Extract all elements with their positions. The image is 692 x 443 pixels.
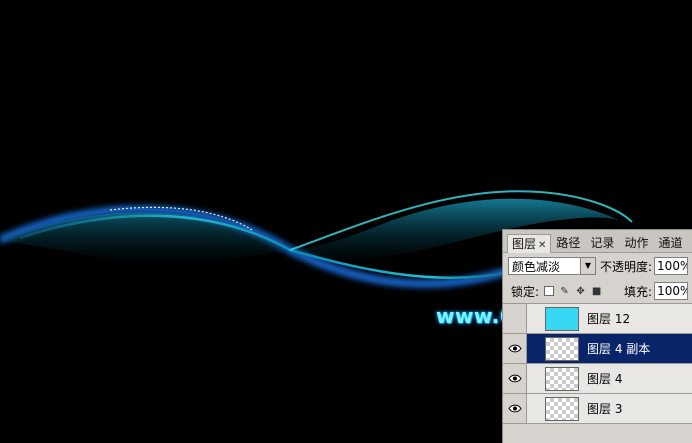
blend-mode-value: 颜色减淡 bbox=[512, 259, 561, 274]
layer-row[interactable]: 图层 3 bbox=[503, 394, 692, 424]
fill-label: 填充: bbox=[624, 284, 653, 299]
layer-name: 图层 12 bbox=[587, 312, 631, 326]
tab-layers-label: 图层 bbox=[512, 237, 537, 251]
blend-mode-select[interactable]: 颜色减淡 ▼ bbox=[508, 257, 596, 275]
tab-channels[interactable]: 通道 bbox=[653, 233, 687, 252]
lock-icon[interactable]: ■ bbox=[591, 286, 602, 297]
layer-name: 图层 3 bbox=[587, 402, 623, 416]
eye-icon bbox=[507, 404, 522, 413]
tab-paths[interactable]: 路径 bbox=[551, 233, 585, 252]
opacity-label: 不透明度: bbox=[600, 259, 653, 274]
blend-opacity-row: 颜色减淡 ▼ 不透明度: 100% bbox=[503, 253, 692, 279]
layer-name: 图层 4 bbox=[587, 372, 623, 386]
visibility-toggle[interactable] bbox=[503, 304, 527, 333]
layer-row[interactable]: 图层 12 bbox=[503, 304, 692, 334]
brush-icon[interactable]: ✎ bbox=[559, 286, 570, 297]
visibility-toggle[interactable] bbox=[503, 364, 527, 393]
layer-thumbnail bbox=[545, 396, 579, 421]
layer-thumbnail bbox=[545, 336, 579, 361]
move-icon[interactable]: ✥ bbox=[575, 286, 586, 297]
lock-transparent-icon[interactable] bbox=[544, 286, 555, 296]
tab-actions[interactable]: 动作 bbox=[619, 233, 653, 252]
layers-panel: 图层 ✕ 路径 记录 动作 通道 颜色减淡 ▼ 不透明度: 100% 锁定: ✎ … bbox=[502, 229, 692, 443]
eye-icon bbox=[507, 374, 522, 383]
tab-history[interactable]: 记录 bbox=[585, 233, 619, 252]
layer-row-selected[interactable]: 图层 4 副本 bbox=[503, 334, 692, 364]
visibility-toggle[interactable] bbox=[503, 334, 527, 363]
panel-tabs: 图层 ✕ 路径 记录 动作 通道 bbox=[503, 230, 692, 253]
layer-thumbnail bbox=[545, 306, 579, 331]
layer-row[interactable]: 图层 4 bbox=[503, 364, 692, 394]
layer-name: 图层 4 副本 bbox=[587, 342, 651, 356]
visibility-toggle[interactable] bbox=[503, 394, 527, 423]
close-icon[interactable]: ✕ bbox=[538, 240, 546, 251]
opacity-input[interactable]: 100% bbox=[654, 257, 689, 275]
eye-icon bbox=[507, 344, 522, 353]
lock-label: 锁定: bbox=[511, 284, 540, 299]
chevron-down-icon[interactable]: ▼ bbox=[580, 258, 595, 274]
tab-layers[interactable]: 图层 ✕ bbox=[507, 234, 552, 253]
layer-thumbnail bbox=[545, 366, 579, 391]
fill-input[interactable]: 100% bbox=[654, 282, 689, 300]
lock-fill-row: 锁定: ✎ ✥ ■ 填充: 100% bbox=[503, 279, 692, 304]
